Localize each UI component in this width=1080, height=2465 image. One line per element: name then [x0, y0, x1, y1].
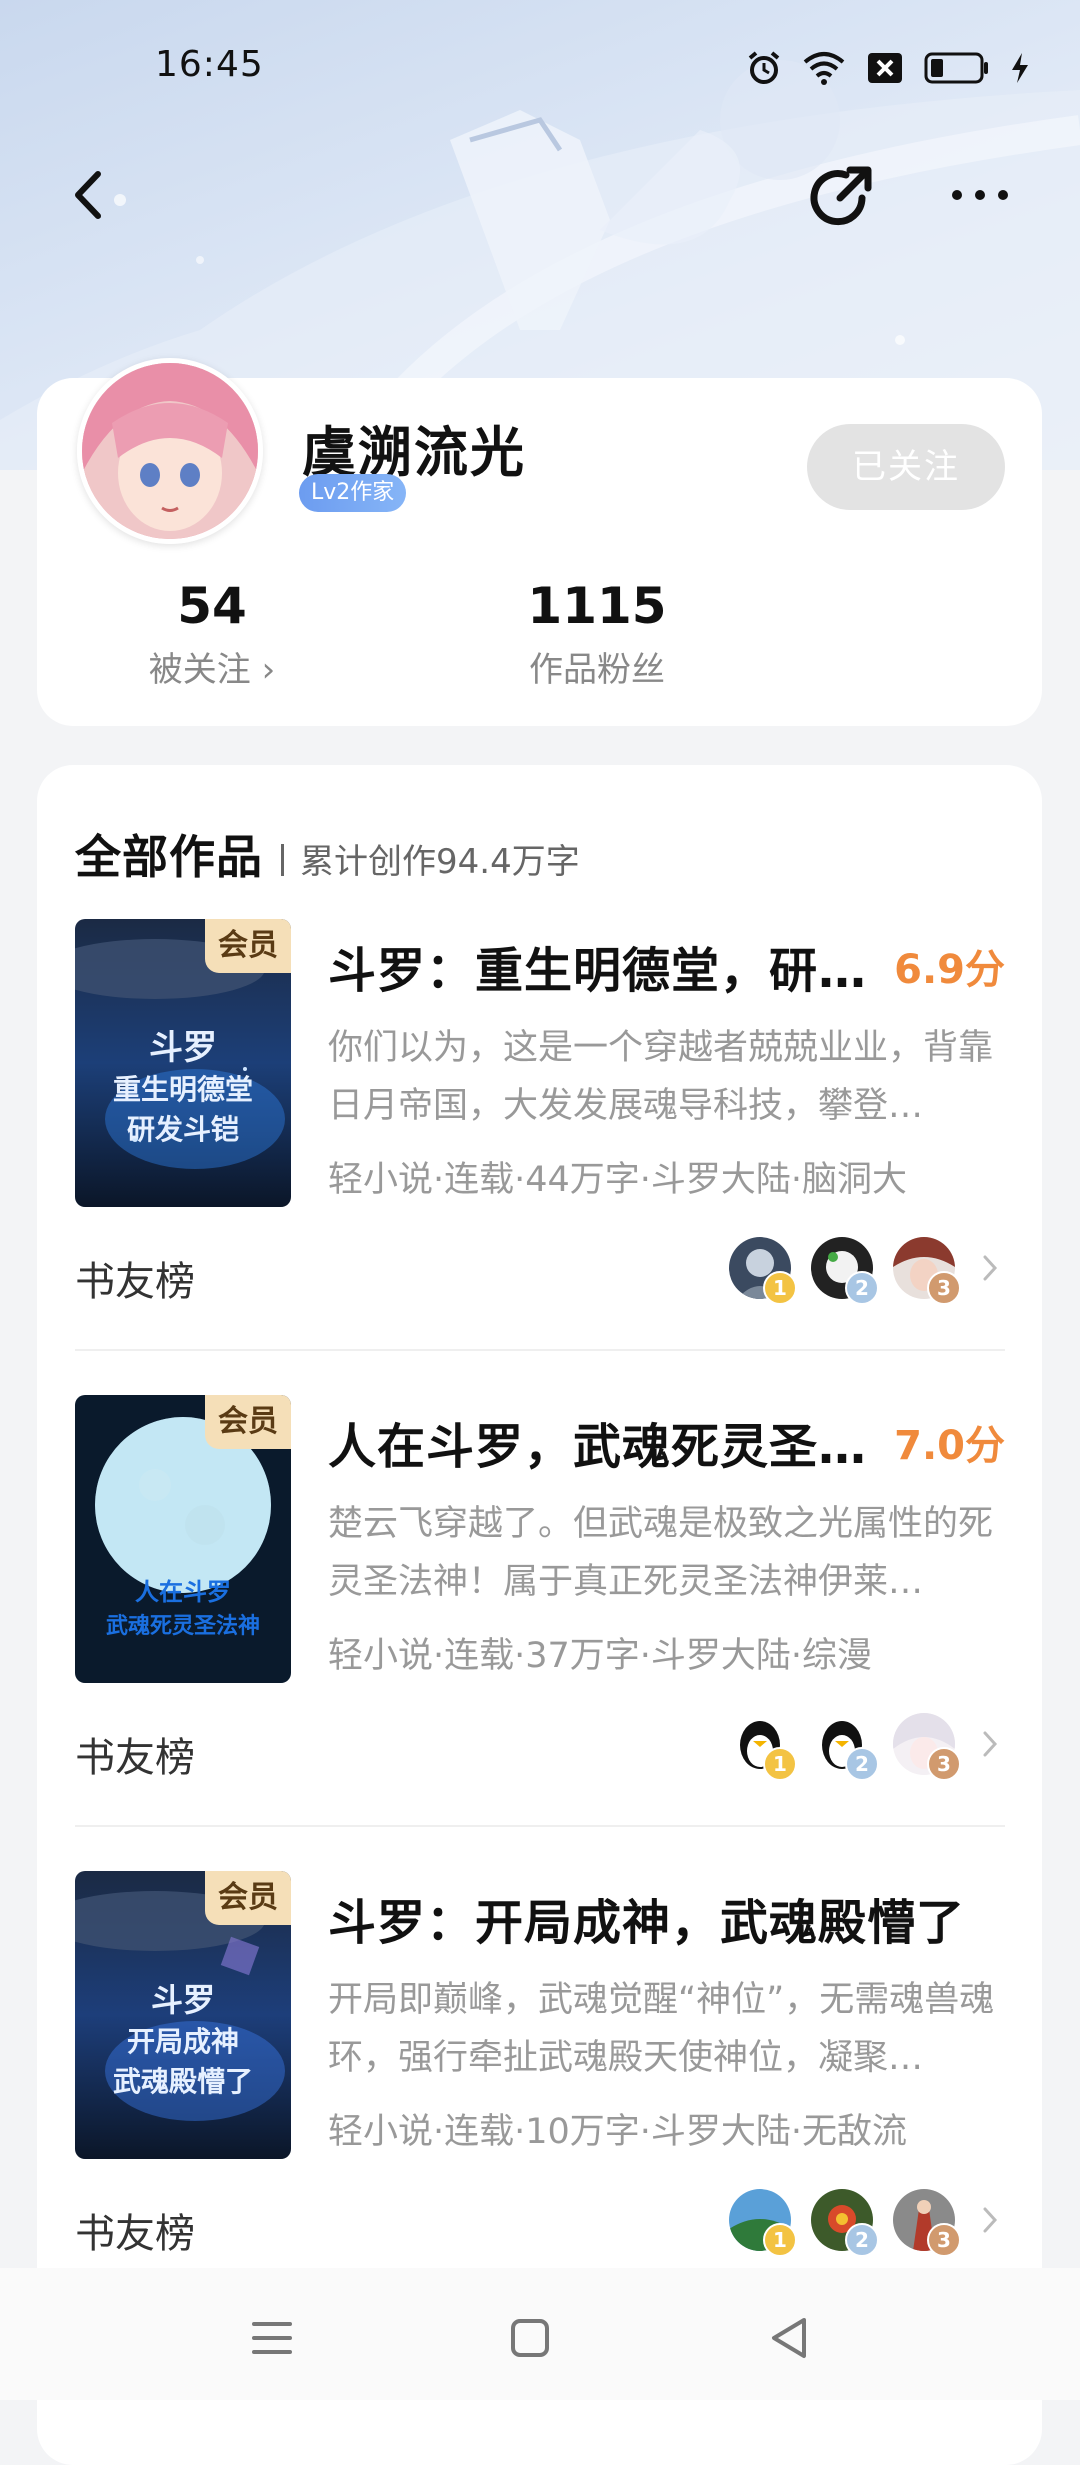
- rank-badge: 2: [845, 1271, 879, 1305]
- fan-avatar[interactable]: 2: [811, 2189, 879, 2257]
- cover-text: 斗罗: [149, 1028, 217, 1068]
- vip-tag: 会员: [205, 919, 291, 973]
- fan-avatar[interactable]: 2: [811, 1713, 879, 1781]
- followers-stat[interactable]: 54 被关注 ›: [132, 578, 292, 691]
- works-summary: 累计创作94.4万字: [300, 842, 580, 882]
- battery-icon: [924, 52, 988, 84]
- fan-avatar[interactable]: 3: [893, 1237, 961, 1305]
- rank-badge: 3: [927, 2223, 961, 2257]
- fans-ranking-label[interactable]: 书友榜: [75, 1249, 195, 1307]
- book-item[interactable]: 人在斗罗 武魂死灵圣法神 会员 人在斗罗，武魂死灵圣… 7.0分 楚云飞穿越了。…: [75, 1395, 1005, 1871]
- divider: [75, 1349, 1005, 1351]
- fan-avatar[interactable]: 1: [729, 1237, 797, 1305]
- fan-avatar[interactable]: 1: [729, 1713, 797, 1781]
- book-title[interactable]: 斗罗：开局成神，武魂殿懵了: [328, 1883, 1008, 1953]
- back-button[interactable]: [60, 160, 120, 230]
- back-triangle-icon[interactable]: [760, 2308, 820, 2368]
- status-time: 16:45: [155, 44, 264, 85]
- fan-avatar[interactable]: 2: [811, 1237, 879, 1305]
- works-divider: [281, 844, 284, 876]
- rank-badge: 1: [763, 1271, 797, 1305]
- rank-badge: 2: [845, 2223, 879, 2257]
- status-bar: 16:45: [0, 0, 1080, 130]
- cover-text: 研发斗铠: [127, 1113, 239, 1146]
- fan-avatars[interactable]: 1 2 3: [729, 2189, 961, 2257]
- cover-text: 武魂死灵圣法神: [106, 1613, 260, 1639]
- fan-avatar[interactable]: 3: [893, 1713, 961, 1781]
- rank-badge: 3: [927, 1271, 961, 1305]
- book-cover[interactable]: 人在斗罗 武魂死灵圣法神 会员: [75, 1395, 291, 1683]
- book-meta: 轻小说·连载·10万字·斗罗大陆·无敌流: [328, 2112, 908, 2152]
- follow-button[interactable]: 已关注: [807, 424, 1005, 510]
- charging-icon: [1012, 53, 1028, 83]
- fan-avatars[interactable]: 1 2 3: [729, 1237, 961, 1305]
- book-cover[interactable]: 斗罗 开局成神 武魂殿懵了 会员: [75, 1871, 291, 2159]
- rank-badge: 1: [763, 2223, 797, 2257]
- cover-text: 斗罗: [151, 1981, 215, 2019]
- work-fans-label: 作品粉丝: [529, 650, 665, 690]
- system-navigation-bar: [0, 2268, 1080, 2400]
- book-description: 开局即巅峰，武魂觉醒“神位”，无需魂兽魂环，强行牵扯武魂殿天使神位，凝聚…: [328, 1980, 995, 2078]
- works-header: 全部作品 累计创作94.4万字: [75, 821, 580, 887]
- fan-avatars[interactable]: 1 2 3: [729, 1713, 961, 1781]
- level-badge: Lv2作家: [299, 474, 407, 512]
- rank-badge: 1: [763, 1747, 797, 1781]
- book-cover[interactable]: 斗罗 重生明德堂 研发斗铠 会员: [75, 919, 291, 1207]
- work-fans-stat: 1115 作品粉丝: [477, 578, 717, 691]
- book-description: 你们以为，这是一个穿越者兢兢业业，背靠日月帝国，大发发展魂导科技，攀登…: [328, 1028, 994, 1126]
- cover-text: 人在斗罗: [135, 1578, 231, 1606]
- followers-label: 被关注 ›: [148, 650, 276, 690]
- profile-card: 虞溯流光 Lv2作家 已关注 54 被关注 › 1115 作品粉丝: [37, 358, 1042, 726]
- vip-tag: 会员: [205, 1871, 291, 1925]
- book-title[interactable]: 人在斗罗，武魂死灵圣…: [328, 1407, 868, 1477]
- vip-tag: 会员: [205, 1395, 291, 1449]
- book-score: 7.0分: [894, 1423, 1005, 1469]
- chevron-right-icon[interactable]: [975, 1245, 1005, 1291]
- book-score: 6.9分: [894, 947, 1005, 993]
- fan-avatar[interactable]: 1: [729, 2189, 797, 2257]
- work-fans-count: 1115: [527, 577, 667, 635]
- fans-ranking-label[interactable]: 书友榜: [75, 1725, 195, 1783]
- cover-text: 开局成神: [127, 2025, 239, 2058]
- avatar[interactable]: [77, 358, 263, 544]
- rank-badge: 2: [845, 1747, 879, 1781]
- chevron-right-icon[interactable]: [975, 1721, 1005, 1767]
- followers-count: 54: [177, 577, 247, 635]
- fan-avatar[interactable]: 3: [893, 2189, 961, 2257]
- book-title[interactable]: 斗罗：重生明德堂，研…: [328, 931, 868, 1001]
- share-button[interactable]: [800, 158, 880, 238]
- works-card: 全部作品 累计创作94.4万字 斗罗 重生明德堂 研发斗铠 会员 斗罗：重生明德…: [37, 765, 1042, 2465]
- book-item[interactable]: 斗罗 重生明德堂 研发斗铠 会员 斗罗：重生明德堂，研… 6.9分 你们以为，这…: [75, 919, 1005, 1395]
- home-square-icon[interactable]: [500, 2308, 560, 2368]
- book-description: 楚云飞穿越了。但武魂是极致之光属性的死灵圣法神！属于真正死灵圣法神伊莱…: [328, 1504, 994, 1602]
- cover-text: 重生明德堂: [113, 1073, 253, 1106]
- chevron-right-icon[interactable]: [975, 2197, 1005, 2243]
- more-button[interactable]: [945, 170, 1015, 220]
- works-title: 全部作品: [75, 830, 263, 884]
- alarm-icon: [748, 51, 780, 84]
- rank-badge: 3: [927, 1747, 961, 1781]
- divider: [75, 1825, 1005, 1827]
- wifi-icon: [803, 52, 845, 85]
- menu-icon[interactable]: [242, 2308, 302, 2368]
- fans-ranking-label[interactable]: 书友榜: [75, 2201, 195, 2259]
- cover-text: 武魂殿懵了: [113, 2065, 253, 2098]
- book-meta: 轻小说·连载·37万字·斗罗大陆·综漫: [328, 1636, 873, 1676]
- book-meta: 轻小说·连载·44万字·斗罗大陆·脑洞大: [328, 1160, 908, 1200]
- sim-off-icon: [868, 53, 902, 83]
